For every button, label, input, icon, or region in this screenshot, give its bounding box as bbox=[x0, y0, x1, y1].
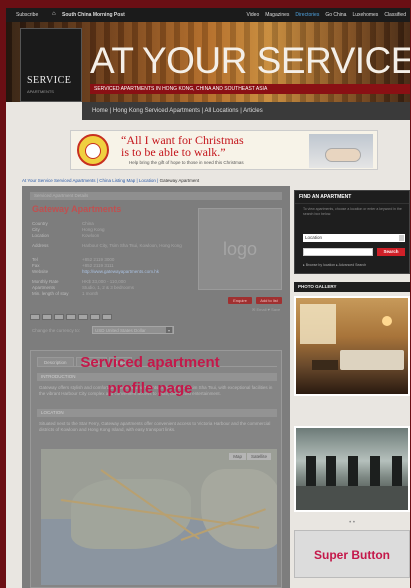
annotation-label: Serviced apartment profile page bbox=[80, 354, 220, 397]
top-nav-bar: Subscribe ⌂ South China Morning Post Vid… bbox=[6, 8, 410, 22]
ad-photo bbox=[309, 134, 373, 168]
info-row: Monthly Rate HK$ 33,000 - 110,000 bbox=[32, 279, 126, 284]
location-select[interactable]: Location bbox=[303, 234, 405, 242]
chevron-down-icon bbox=[399, 235, 404, 241]
gallery-photo-living-room[interactable] bbox=[294, 296, 410, 396]
share-links[interactable]: ✉ Email ♥ Save bbox=[252, 307, 280, 312]
info-row: Min. length of stay 1 month bbox=[32, 291, 99, 296]
ad-quote: “All I want for Christmas is to be able … bbox=[121, 133, 244, 159]
super-button[interactable]: Super Button bbox=[294, 530, 410, 578]
nav-link-magazines[interactable]: Magazines bbox=[265, 12, 289, 18]
apartment-logo: logo bbox=[198, 208, 282, 290]
website-row[interactable]: Website http://www.gatewayapartments.com.… bbox=[32, 269, 204, 274]
share-toolbar bbox=[30, 314, 122, 320]
info-row: City Hong Kong bbox=[32, 227, 105, 232]
location-heading: LOCATION bbox=[37, 409, 277, 417]
brand-title: SERVICE bbox=[27, 75, 72, 86]
location-map[interactable]: Map Satellite bbox=[41, 449, 277, 585]
ad-tagline: Help bring the gift of hope to those in … bbox=[129, 160, 244, 165]
breadcrumb[interactable]: At Your Service Serviced Apartments | Ch… bbox=[22, 178, 199, 183]
info-row: Location Kowloon bbox=[32, 233, 100, 238]
facebook-icon[interactable] bbox=[54, 314, 64, 320]
site-subtitle: SERVICED APARTMENTS IN HONG KONG, CHINA … bbox=[90, 84, 410, 94]
twitter-icon[interactable] bbox=[66, 314, 76, 320]
nav-link-classified[interactable]: Classified bbox=[384, 12, 406, 18]
info-row: Apartments Studio, 1, 2 & 3 bedrooms bbox=[32, 285, 135, 290]
site-header: SERVICE APARTMENTS AT YOUR SERVICE SERVI… bbox=[6, 22, 410, 102]
brand-subtitle: APARTMENTS bbox=[27, 89, 54, 94]
subscribe-link[interactable]: Subscribe bbox=[16, 12, 38, 18]
plus-icon[interactable] bbox=[102, 314, 112, 320]
nav-link-go-china[interactable]: Go China bbox=[325, 12, 346, 18]
charity-seal-icon bbox=[77, 134, 109, 166]
email-icon[interactable] bbox=[30, 314, 40, 320]
finder-title: FIND AN APARTMENT bbox=[295, 191, 409, 204]
info-row: Country China bbox=[32, 221, 94, 226]
top-nav-links: Video Magazines Directories Go China Lux… bbox=[247, 12, 406, 18]
map-view-button[interactable]: Map bbox=[229, 453, 246, 460]
gallery-pager-icon[interactable]: • • bbox=[294, 520, 410, 526]
satellite-view-button[interactable]: Satellite bbox=[246, 453, 271, 460]
home-icon[interactable]: ⌂ bbox=[52, 11, 56, 17]
gallery-title: PHOTO GALLERY bbox=[294, 282, 410, 292]
chevron-down-icon: ▾ bbox=[166, 327, 172, 333]
right-sidebar: FIND AN APARTMENT To view apartments, ch… bbox=[294, 186, 410, 588]
info-row: Fax +852 2119 3111 bbox=[32, 263, 114, 268]
finder-description: To view apartments, choose a location or… bbox=[303, 207, 402, 216]
nav-link-video[interactable]: Video bbox=[247, 12, 260, 18]
site-title: AT YOUR SERVICE bbox=[90, 40, 410, 81]
nav-link-directories[interactable]: Directories bbox=[295, 12, 319, 18]
search-input[interactable] bbox=[303, 248, 373, 256]
gallery-photo-gym[interactable] bbox=[294, 426, 410, 512]
currency-label: Change the currency to: bbox=[32, 328, 81, 333]
bookmark-icon[interactable] bbox=[78, 314, 88, 320]
location-text: Situated next to the Star Ferry, Gateway… bbox=[39, 421, 271, 432]
share-icon[interactable] bbox=[90, 314, 100, 320]
profile-header: Serviced Apartment Details bbox=[30, 192, 282, 200]
tab-description[interactable]: Description bbox=[37, 357, 74, 366]
section-nav[interactable]: Home | Hong Kong Serviced Apartments | A… bbox=[82, 102, 410, 120]
add-to-list-button[interactable]: Add to list bbox=[256, 297, 282, 304]
currency-select[interactable]: USD United States Dollar ▾ bbox=[92, 326, 174, 334]
charity-banner-ad[interactable]: “All I want for Christmas is to be able … bbox=[70, 130, 378, 170]
apartment-finder: FIND AN APARTMENT To view apartments, ch… bbox=[294, 190, 410, 274]
brand-link[interactable]: South China Morning Post bbox=[62, 12, 125, 18]
info-row: Tel +852 2119 3000 bbox=[32, 257, 115, 262]
nav-link-luxehomes[interactable]: Luxehomes bbox=[352, 12, 378, 18]
search-button[interactable]: Search bbox=[377, 248, 405, 256]
page-frame: Subscribe ⌂ South China Morning Post Vid… bbox=[6, 8, 410, 588]
map-type-controls: Map Satellite bbox=[229, 453, 271, 460]
print-icon[interactable] bbox=[42, 314, 52, 320]
enquire-button[interactable]: Enquire bbox=[228, 297, 252, 304]
brand-logo[interactable]: SERVICE APARTMENTS bbox=[20, 28, 82, 102]
finder-links[interactable]: ▸ Browse by location ▸ Advanced Search bbox=[303, 263, 366, 267]
apartment-name: Gateway Apartments bbox=[32, 204, 122, 214]
info-row: Address Harbour City, Tsim Sha Tsui, Kowl… bbox=[32, 243, 182, 248]
